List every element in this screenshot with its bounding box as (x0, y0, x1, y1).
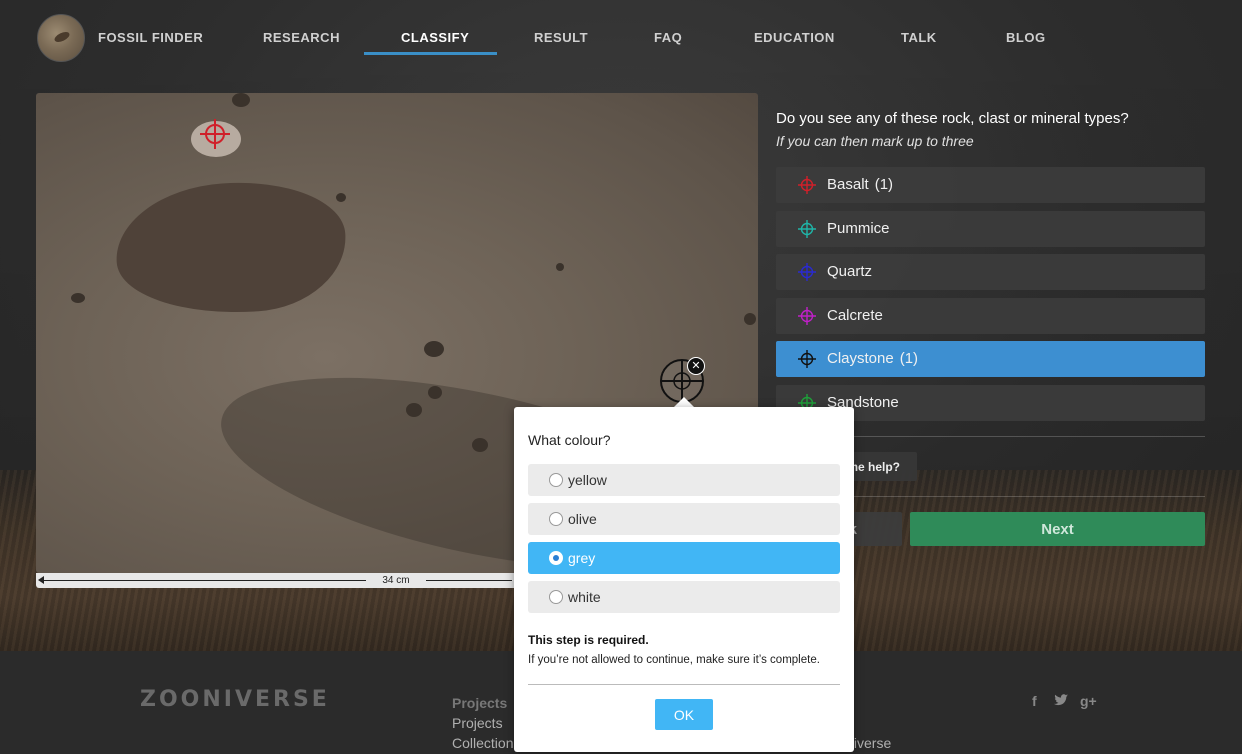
radio-button[interactable] (549, 473, 563, 487)
google-plus-icon[interactable]: g+ (1080, 693, 1097, 709)
crosshair-icon (798, 263, 816, 281)
footer-link-projects[interactable]: Projects (452, 713, 520, 733)
option-yellow[interactable]: yellow (528, 464, 840, 496)
option-label: white (568, 589, 601, 605)
required-notice-title: This step is required. (528, 633, 649, 647)
tool-label: Quartz (827, 263, 873, 280)
tool-basalt[interactable]: Basalt (1) (776, 167, 1205, 203)
zooniverse-logo[interactable]: ZOONIVERSE (140, 687, 330, 712)
project-avatar[interactable] (37, 14, 85, 62)
footer-heading: Projects (452, 695, 508, 711)
crosshair-icon (200, 119, 230, 149)
top-nav: FOSSIL FINDER RESEARCH CLASSIFY RESULT F… (0, 0, 1242, 75)
colour-dialog: What colour? yellow olive grey white Thi… (514, 407, 854, 752)
ok-button[interactable]: OK (655, 699, 713, 730)
divider (528, 684, 840, 685)
basalt-marker[interactable] (199, 118, 231, 150)
tool-calcrete[interactable]: Calcrete (776, 298, 1205, 334)
radio-button[interactable] (549, 590, 563, 604)
footer-projects-col: Projects Projects Collections (452, 693, 520, 753)
nav-blog[interactable]: BLOG (1006, 30, 1046, 45)
tool-label: Pummice (827, 220, 890, 237)
nav-result[interactable]: RESULT (534, 30, 588, 45)
option-label: grey (568, 550, 596, 566)
option-label: olive (568, 511, 597, 527)
tool-claystone[interactable]: Claystone (1) (776, 341, 1205, 377)
twitter-icon[interactable] (1054, 693, 1068, 709)
tool-quartz[interactable]: Quartz (776, 254, 1205, 290)
tool-count: (1) (899, 350, 919, 367)
footer-link-collections[interactable]: Collections (452, 733, 520, 753)
nav-research[interactable]: RESEARCH (263, 30, 340, 45)
option-label: yellow (568, 472, 607, 488)
radio-button[interactable] (549, 512, 563, 526)
option-grey[interactable]: grey (528, 542, 840, 574)
nav-talk[interactable]: TALK (901, 30, 937, 45)
crosshair-icon (798, 176, 816, 194)
nav-active-indicator (364, 52, 497, 55)
tool-label: Basalt (827, 176, 869, 193)
nav-classify[interactable]: CLASSIFY (401, 30, 469, 45)
facebook-icon[interactable]: f (1032, 693, 1037, 709)
scale-label: 34 cm (366, 573, 426, 588)
delete-marker-button[interactable]: ✕ (687, 357, 705, 375)
rock (111, 175, 351, 321)
next-button[interactable]: Next (910, 512, 1205, 546)
option-white[interactable]: white (528, 581, 840, 613)
radio-button[interactable] (549, 551, 563, 565)
task-instruction: If you can then mark up to three (776, 133, 974, 149)
required-notice-text: If you’re not allowed to continue, make … (528, 654, 820, 666)
tool-label: Claystone (827, 350, 894, 367)
dialog-question: What colour? (528, 432, 611, 448)
tool-count: (1) (874, 176, 894, 193)
crosshair-icon (798, 307, 816, 325)
nav-faq[interactable]: FAQ (654, 30, 682, 45)
option-olive[interactable]: olive (528, 503, 840, 535)
task-question: Do you see any of these rock, clast or m… (776, 110, 1129, 127)
nav-education[interactable]: EDUCATION (754, 30, 835, 45)
tool-label: Calcrete (827, 307, 883, 324)
crosshair-icon (798, 220, 816, 238)
nav-brand[interactable]: FOSSIL FINDER (98, 30, 203, 45)
crosshair-icon (798, 350, 816, 368)
tool-pummice[interactable]: Pummice (776, 211, 1205, 247)
